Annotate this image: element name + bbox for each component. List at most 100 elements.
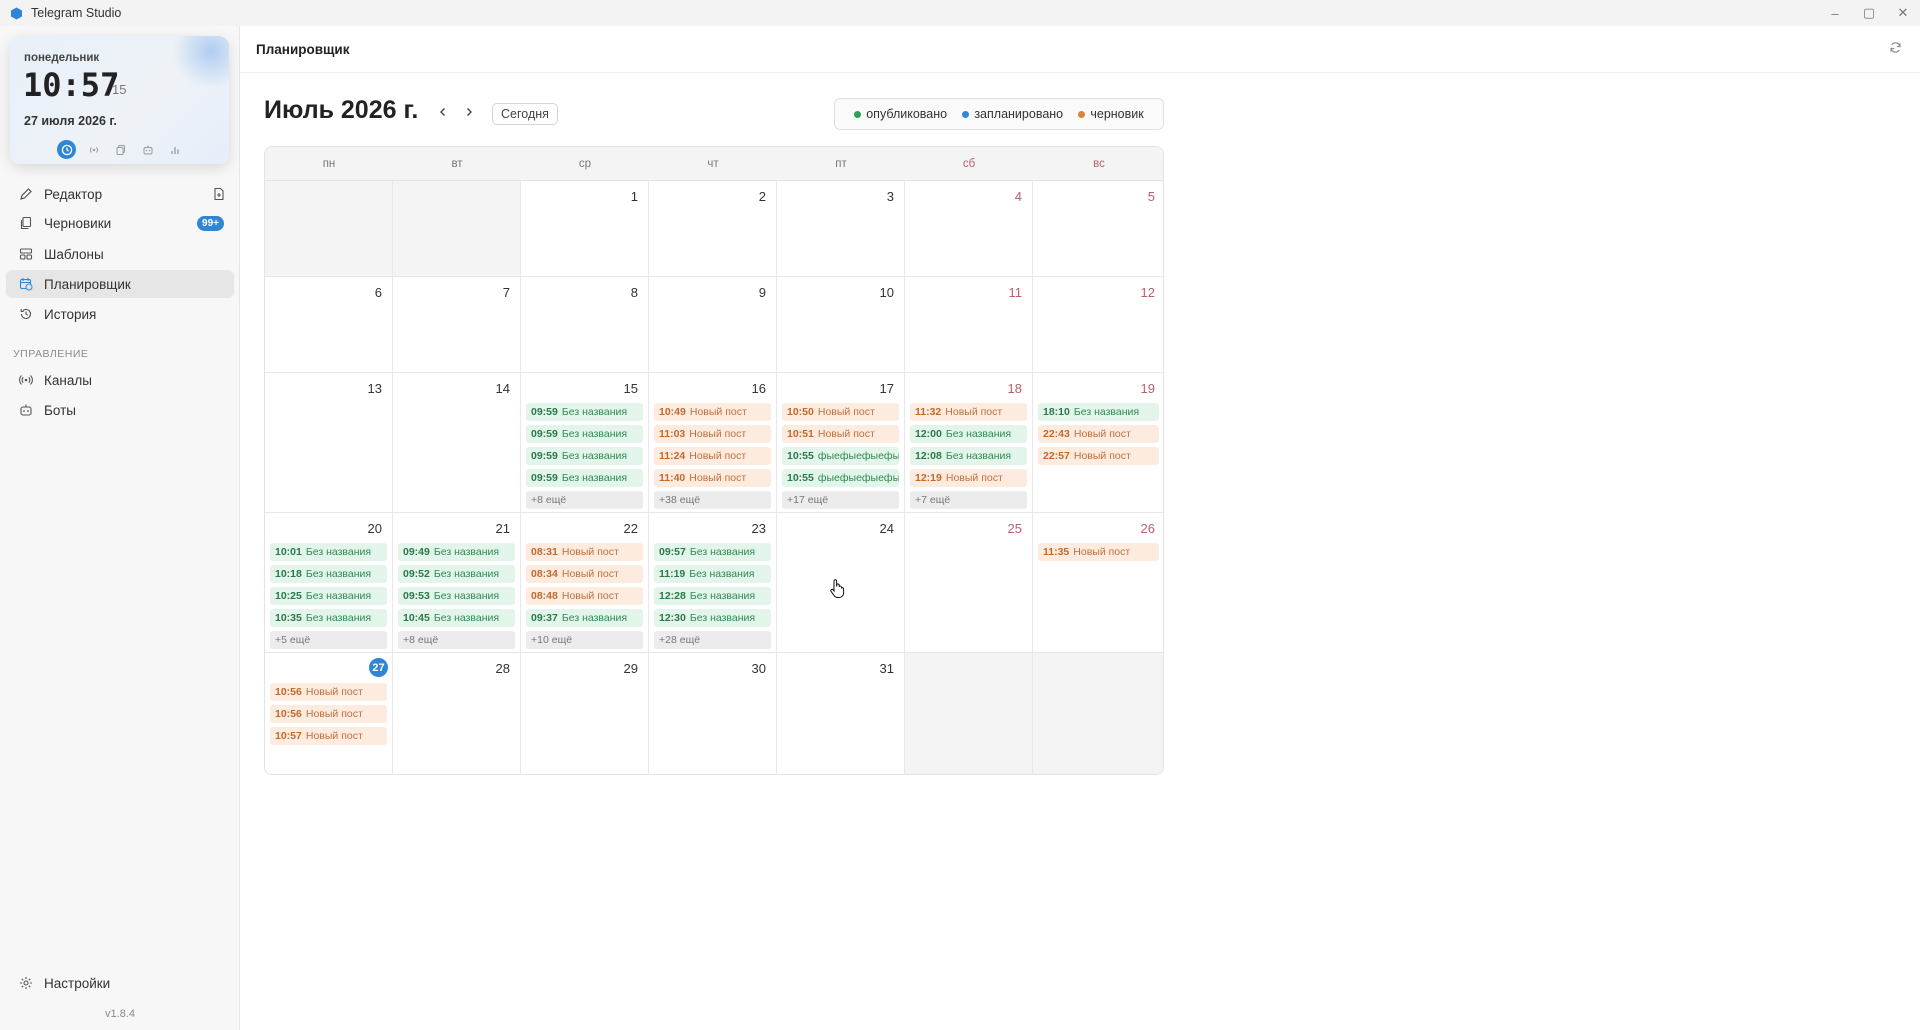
calendar-event[interactable]: 10:01 Без названия [270, 543, 387, 561]
calendar-event[interactable]: 12:28 Без названия [654, 587, 771, 605]
day-cell-16[interactable]: 16 10:49 Новый пост 11:03 Новый пост 11:24 Нов… [649, 373, 777, 513]
sidebar-item-history[interactable]: История [6, 300, 234, 328]
close-button[interactable]: ✕ [1886, 0, 1920, 26]
day-cell-28[interactable]: 28 [393, 653, 521, 774]
more-events-button[interactable]: +28 ещё [654, 631, 771, 649]
day-cell-12[interactable]: 12 [1033, 277, 1163, 373]
new-document-icon[interactable] [212, 187, 226, 201]
calendar-event[interactable]: 09:52 Без названия [398, 565, 515, 583]
calendar-event[interactable]: 22:43 Новый пост [1038, 425, 1159, 443]
clock-icon[interactable] [57, 140, 76, 159]
calendar-event[interactable]: 09:57 Без названия [654, 543, 771, 561]
day-cell-1[interactable]: 1 [521, 181, 649, 277]
calendar-event[interactable]: 10:57 Новый пост [270, 727, 387, 745]
more-events-button[interactable]: +17 ещё [782, 491, 899, 509]
copy-icon[interactable] [111, 140, 130, 159]
sidebar-item-settings[interactable]: Настройки [6, 969, 234, 997]
refresh-button[interactable] [1884, 39, 1906, 61]
day-cell-2[interactable]: 2 [649, 181, 777, 277]
day-cell-13[interactable]: 13 [265, 373, 393, 513]
calendar-event[interactable]: 10:35 Без названия [270, 609, 387, 627]
broadcast-icon[interactable] [84, 140, 103, 159]
more-events-button[interactable]: +10 ещё [526, 631, 643, 649]
calendar-event[interactable]: 10:45 Без названия [398, 609, 515, 627]
day-cell-20[interactable]: 20 10:01 Без названия 10:18 Без названия 10:2… [265, 513, 393, 653]
calendar-event[interactable]: 11:24 Новый пост [654, 447, 771, 465]
calendar-event[interactable]: 10:56 Новый пост [270, 705, 387, 723]
calendar-event[interactable]: 10:49 Новый пост [654, 403, 771, 421]
more-events-button[interactable]: +38 ещё [654, 491, 771, 509]
day-cell-23[interactable]: 23 09:57 Без названия 11:19 Без названия 12:2… [649, 513, 777, 653]
day-cell-5[interactable]: 5 [1033, 181, 1163, 277]
sidebar-item-channels[interactable]: Каналы [6, 366, 234, 394]
day-cell-26[interactable]: 26 11:35 Новый пост [1033, 513, 1163, 653]
calendar-event[interactable]: 09:59 Без названия [526, 403, 643, 421]
calendar-event[interactable]: 10:18 Без названия [270, 565, 387, 583]
day-cell-30[interactable]: 30 [649, 653, 777, 774]
calendar-event[interactable]: 11:40 Новый пост [654, 469, 771, 487]
calendar-event[interactable]: 09:59 Без названия [526, 447, 643, 465]
calendar-event[interactable]: 10:55 фыефыефыефыв [782, 469, 899, 487]
calendar-event[interactable]: 10:56 Новый пост [270, 683, 387, 701]
prev-month-button[interactable] [435, 105, 451, 121]
calendar-event[interactable]: 10:25 Без названия [270, 587, 387, 605]
calendar-event[interactable]: 09:37 Без названия [526, 609, 643, 627]
day-cell-4[interactable]: 4 [905, 181, 1033, 277]
calendar-event[interactable]: 12:30 Без названия [654, 609, 771, 627]
day-cell-27[interactable]: 27 10:56 Новый пост 10:56 Новый пост 10:57 Нов… [265, 653, 393, 774]
sidebar-item-templates[interactable]: Шаблоны [6, 240, 234, 268]
calendar-event[interactable]: 18:10 Без названия [1038, 403, 1159, 421]
sidebar-item-drafts[interactable]: Черновики 99+ [6, 209, 234, 237]
more-events-button[interactable]: +8 ещё [526, 491, 643, 509]
calendar-event[interactable]: 12:19 Новый пост [910, 469, 1027, 487]
day-cell-17[interactable]: 17 10:50 Новый пост 10:51 Новый пост 10:55 фые… [777, 373, 905, 513]
calendar-event[interactable]: 11:35 Новый пост [1038, 543, 1159, 561]
calendar-event[interactable]: 11:32 Новый пост [910, 403, 1027, 421]
calendar-event[interactable]: 10:50 Новый пост [782, 403, 899, 421]
sidebar-item-label: Каналы [44, 372, 92, 388]
day-cell-19[interactable]: 19 18:10 Без названия 22:43 Новый пост 22:57 Н… [1033, 373, 1163, 513]
sidebar-item-bots[interactable]: Боты [6, 396, 234, 424]
calendar-event[interactable]: 09:49 Без названия [398, 543, 515, 561]
today-button[interactable]: Сегодня [492, 103, 558, 125]
calendar-event[interactable]: 22:57 Новый пост [1038, 447, 1159, 465]
bot-icon[interactable] [138, 140, 157, 159]
stats-icon[interactable] [165, 140, 184, 159]
calendar-event[interactable]: 10:55 фыефыефыефыв [782, 447, 899, 465]
day-cell-10[interactable]: 10 [777, 277, 905, 373]
next-month-button[interactable] [461, 105, 477, 121]
more-events-button[interactable]: +8 ещё [398, 631, 515, 649]
calendar-event[interactable]: 11:03 Новый пост [654, 425, 771, 443]
day-cell-14[interactable]: 14 [393, 373, 521, 513]
calendar-event[interactable]: 08:48 Новый пост [526, 587, 643, 605]
calendar-event[interactable]: 12:00 Без названия [910, 425, 1027, 443]
day-cell-7[interactable]: 7 [393, 277, 521, 373]
calendar-event[interactable]: 09:59 Без названия [526, 469, 643, 487]
day-cell-9[interactable]: 9 [649, 277, 777, 373]
more-events-button[interactable]: +5 ещё [270, 631, 387, 649]
calendar-event[interactable]: 09:59 Без названия [526, 425, 643, 443]
day-cell-6[interactable]: 6 [265, 277, 393, 373]
day-cell-11[interactable]: 11 [905, 277, 1033, 373]
maximize-button[interactable]: ▢ [1852, 0, 1886, 26]
documents-icon [18, 216, 34, 230]
day-cell-3[interactable]: 3 [777, 181, 905, 277]
minimize-button[interactable]: – [1818, 0, 1852, 26]
sidebar-item-editor[interactable]: Редактор [6, 180, 234, 208]
calendar-event[interactable]: 08:34 Новый пост [526, 565, 643, 583]
calendar-event[interactable]: 09:53 Без названия [398, 587, 515, 605]
day-cell-15[interactable]: 15 09:59 Без названия 09:59 Без названия 09:5… [521, 373, 649, 513]
day-cell-18[interactable]: 18 11:32 Новый пост 12:00 Без названия 12:08 Б… [905, 373, 1033, 513]
day-cell-29[interactable]: 29 [521, 653, 649, 774]
calendar-event[interactable]: 10:51 Новый пост [782, 425, 899, 443]
calendar-event[interactable]: 08:31 Новый пост [526, 543, 643, 561]
day-cell-8[interactable]: 8 [521, 277, 649, 373]
day-cell-25[interactable]: 25 [905, 513, 1033, 653]
more-events-button[interactable]: +7 ещё [910, 491, 1027, 509]
day-cell-21[interactable]: 21 09:49 Без названия 09:52 Без названия 09:5… [393, 513, 521, 653]
sidebar-item-planner[interactable]: Планировщик [6, 270, 234, 298]
calendar-event[interactable]: 11:19 Без названия [654, 565, 771, 583]
day-cell-22[interactable]: 22 08:31 Новый пост 08:34 Новый пост 08:48 Нов… [521, 513, 649, 653]
calendar-event[interactable]: 12:08 Без названия [910, 447, 1027, 465]
day-cell-31[interactable]: 31 [777, 653, 905, 774]
